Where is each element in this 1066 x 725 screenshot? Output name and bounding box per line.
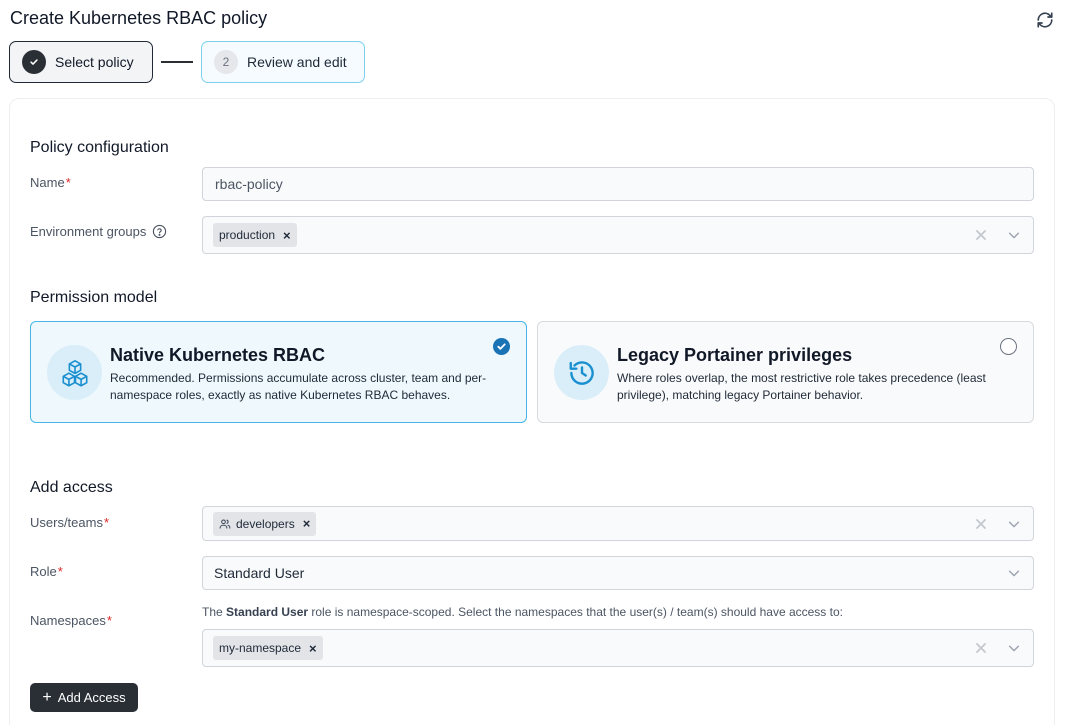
add-access-heading: Add access — [30, 479, 113, 496]
env-group-chip: production × — [213, 223, 297, 247]
role-label: Role * — [30, 564, 63, 579]
clear-icon[interactable] — [973, 516, 989, 532]
legacy-description: Where roles overlap, the most restrictiv… — [617, 371, 986, 402]
namespace-chip: my-namespace × — [213, 636, 323, 660]
chevron-down-icon[interactable] — [1007, 228, 1021, 242]
native-rbac-description: Recommended. Permissions accumulate acro… — [110, 371, 487, 402]
step-label: Select policy — [55, 54, 134, 70]
plus-icon: + — [42, 688, 52, 706]
page-title: Create Kubernetes RBAC policy — [10, 8, 268, 28]
chevron-down-icon[interactable] — [1007, 517, 1021, 531]
role-select[interactable]: Standard User — [202, 556, 1034, 590]
native-rbac-title: Native Kubernetes RBAC — [110, 345, 326, 365]
namespaces-label: Namespaces * — [30, 613, 112, 628]
environment-groups-label: Environment groups — [30, 224, 167, 239]
permission-model-heading: Permission model — [30, 289, 158, 306]
step-label: Review and edit — [247, 54, 347, 70]
clear-icon[interactable] — [973, 227, 989, 243]
add-access-button[interactable]: + Add Access — [30, 683, 138, 712]
step-select-policy[interactable]: Select policy — [9, 41, 153, 83]
required-marker: * — [57, 564, 63, 579]
native-rbac-option[interactable]: Native Kubernetes RBAC Recommended. Perm… — [30, 321, 527, 423]
namespaces-select[interactable]: my-namespace × — [202, 629, 1034, 667]
name-input[interactable]: rbac-policy — [202, 167, 1034, 201]
history-icon — [569, 360, 594, 385]
native-rbac-icon-circle — [47, 345, 102, 400]
step-complete-badge — [22, 50, 46, 74]
chevron-down-icon[interactable] — [1007, 641, 1021, 655]
legacy-title: Legacy Portainer privileges — [617, 345, 853, 365]
chip-remove-icon[interactable]: × — [303, 517, 311, 530]
users-teams-select[interactable]: developers × — [202, 506, 1034, 541]
refresh-button[interactable] — [1034, 9, 1056, 31]
users-teams-label: Users/teams * — [30, 515, 110, 530]
required-marker: * — [106, 613, 112, 628]
step-connector — [161, 61, 193, 63]
step-number-badge: 2 — [214, 50, 238, 74]
chevron-down-icon[interactable] — [1007, 566, 1021, 580]
cubes-icon — [61, 359, 88, 387]
users-icon — [219, 518, 231, 529]
refresh-icon — [1037, 12, 1053, 28]
policy-configuration-heading: Policy configuration — [30, 139, 169, 156]
name-label: Name * — [30, 175, 71, 190]
legacy-icon-circle — [554, 345, 609, 400]
unselected-radio[interactable] — [1000, 338, 1017, 355]
chip-remove-icon[interactable]: × — [309, 642, 317, 655]
namespaces-help-text: The Standard User role is namespace-scop… — [202, 605, 843, 619]
legacy-privileges-option[interactable]: Legacy Portainer privileges Where roles … — [537, 321, 1034, 423]
wizard-stepper: Select policy 2 Review and edit — [9, 41, 365, 83]
clear-icon[interactable] — [973, 640, 989, 656]
required-marker: * — [65, 175, 71, 190]
role-selected-value: Standard User — [214, 565, 305, 581]
team-chip: developers × — [213, 511, 317, 536]
step-review-edit[interactable]: 2 Review and edit — [201, 41, 365, 83]
check-icon — [30, 59, 38, 65]
selected-check-icon — [493, 338, 510, 355]
chip-remove-icon[interactable]: × — [283, 229, 291, 242]
help-circle-icon[interactable] — [152, 224, 167, 239]
environment-groups-select[interactable]: production × — [202, 216, 1034, 254]
required-marker: * — [103, 515, 110, 530]
